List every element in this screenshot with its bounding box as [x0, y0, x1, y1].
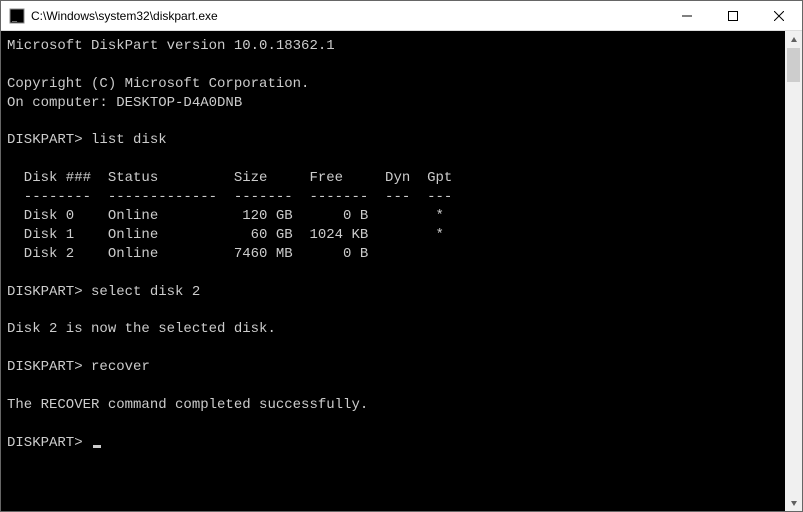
minimize-button[interactable]: [664, 1, 710, 30]
svg-text:_: _: [11, 12, 18, 23]
scroll-track[interactable]: [785, 48, 802, 494]
window-title: C:\Windows\system32\diskpart.exe: [31, 9, 664, 23]
line-version: Microsoft DiskPart version 10.0.18362.1: [7, 38, 335, 54]
cursor: [93, 445, 101, 448]
scroll-up-button[interactable]: [785, 31, 802, 48]
line-computer: On computer: DESKTOP-D4A0DNB: [7, 95, 242, 111]
scroll-down-button[interactable]: [785, 494, 802, 511]
prompt: DISKPART>: [7, 284, 83, 300]
prompt: DISKPART>: [7, 435, 83, 451]
table-row: Disk 0 Online 120 GB 0 B *: [7, 208, 444, 224]
cmd-select-disk: select disk 2: [91, 284, 200, 300]
vertical-scrollbar[interactable]: [785, 31, 802, 511]
table-row: Disk 2 Online 7460 MB 0 B: [7, 246, 368, 262]
prompt: DISKPART>: [7, 132, 83, 148]
msg-selected: Disk 2 is now the selected disk.: [7, 321, 276, 337]
console-area: Microsoft DiskPart version 10.0.18362.1 …: [1, 31, 802, 511]
maximize-button[interactable]: [710, 1, 756, 30]
titlebar[interactable]: _ C:\Windows\system32\diskpart.exe: [1, 1, 802, 31]
window-controls: [664, 1, 802, 30]
prompt: DISKPART>: [7, 359, 83, 375]
table-row: Disk 1 Online 60 GB 1024 KB *: [7, 227, 444, 243]
msg-recover-done: The RECOVER command completed successful…: [7, 397, 368, 413]
cmd-recover: recover: [91, 359, 150, 375]
cmd-list-disk: list disk: [91, 132, 167, 148]
console-output[interactable]: Microsoft DiskPart version 10.0.18362.1 …: [1, 31, 785, 511]
close-button[interactable]: [756, 1, 802, 30]
app-icon: _: [9, 8, 25, 24]
scroll-thumb[interactable]: [787, 48, 800, 82]
line-copyright: Copyright (C) Microsoft Corporation.: [7, 76, 309, 92]
table-separator: -------- ------------- ------- ------- -…: [7, 189, 452, 205]
app-window: _ C:\Windows\system32\diskpart.exe Micro…: [0, 0, 803, 512]
table-header: Disk ### Status Size Free Dyn Gpt: [7, 170, 452, 186]
